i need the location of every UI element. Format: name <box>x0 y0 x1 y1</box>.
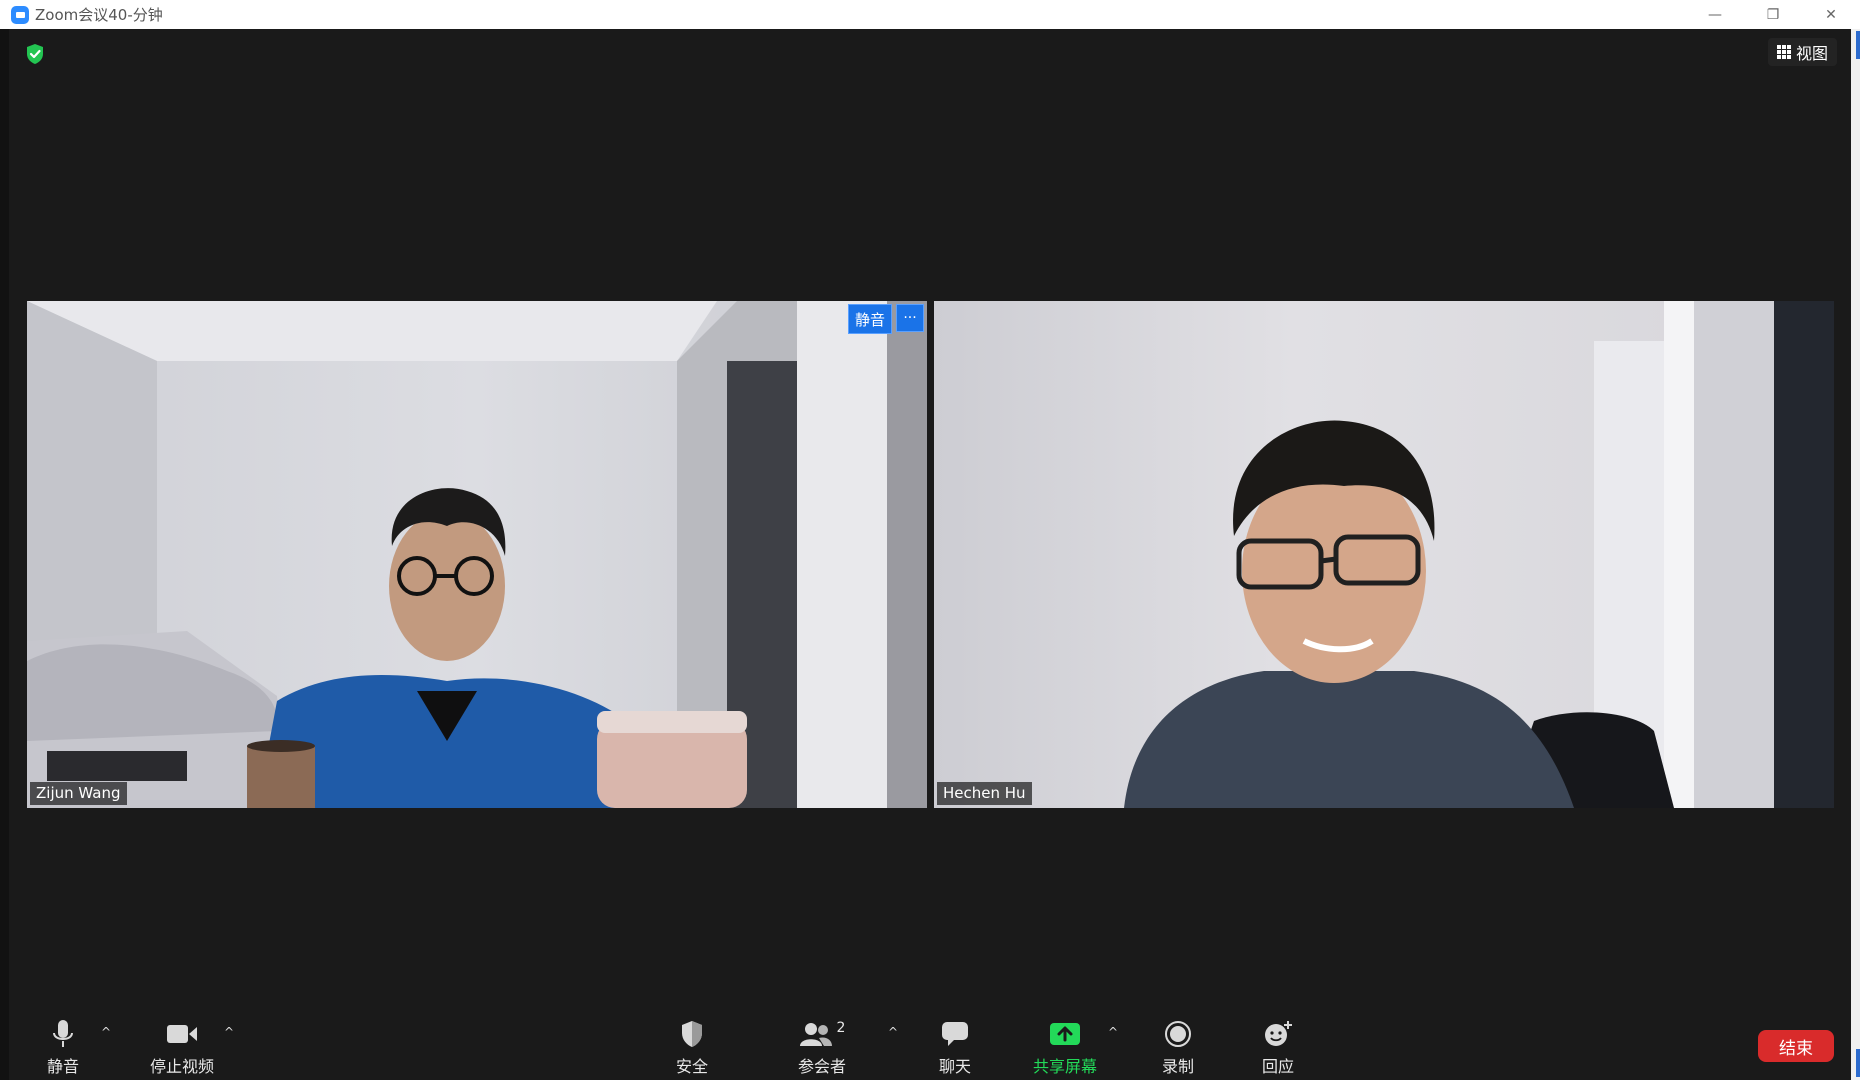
participants-icon: 2 <box>799 1019 846 1049</box>
participant-name-tag: Zijun Wang <box>30 782 127 805</box>
share-options-caret[interactable]: ^ <box>1108 1025 1118 1039</box>
mute-button[interactable]: 静音 <box>47 1019 79 1077</box>
close-button[interactable]: ✕ <box>1802 0 1860 29</box>
chat-label: 聊天 <box>939 1057 972 1076</box>
window-right-edge <box>1851 29 1860 1080</box>
edge-accent-bottom <box>1856 1049 1860 1077</box>
participant-video-tile[interactable]: 静音 ··· Zijun Wang <box>27 301 927 808</box>
share-screen-button[interactable]: 共享屏幕 <box>1033 1019 1097 1077</box>
security-label: 安全 <box>676 1057 709 1076</box>
participant-more-button[interactable]: ··· <box>896 304 924 332</box>
grid-view-icon <box>1776 45 1791 59</box>
audio-options-caret[interactable]: ^ <box>101 1025 111 1039</box>
video-options-caret[interactable]: ^ <box>224 1025 234 1039</box>
participant-video-tile[interactable]: Hechen Hu <box>934 301 1834 808</box>
restore-button[interactable]: ❐ <box>1744 0 1802 29</box>
chat-bubble-icon <box>941 1019 969 1049</box>
view-label: 视图 <box>1795 44 1828 63</box>
participants-count: 2 <box>836 1020 846 1036</box>
share-screen-label: 共享屏幕 <box>1033 1057 1098 1076</box>
video-camera-icon <box>166 1019 198 1049</box>
reactions-label: 回应 <box>1262 1057 1295 1076</box>
reactions-button[interactable]: 回应 <box>1262 1019 1294 1077</box>
participants-options-caret[interactable]: ^ <box>888 1025 898 1039</box>
record-icon <box>1164 1019 1192 1049</box>
participants-label: 参会者 <box>798 1057 847 1076</box>
chat-button[interactable]: 聊天 <box>939 1019 971 1077</box>
end-meeting-button[interactable]: 结束 <box>1758 1030 1834 1062</box>
microphone-icon <box>52 1019 74 1049</box>
share-screen-icon <box>1049 1019 1081 1049</box>
stop-video-label: 停止视频 <box>150 1057 215 1076</box>
reaction-icon <box>1263 1019 1293 1049</box>
participant-video-feed <box>934 301 1834 808</box>
minimize-button[interactable]: — <box>1686 0 1744 29</box>
window-title-bar: Zoom会议40-分钟 — ❐ ✕ <box>0 0 1860 29</box>
window-controls: — ❐ ✕ <box>1686 0 1860 29</box>
security-shield-icon[interactable] <box>25 43 45 65</box>
view-button[interactable]: 视图 <box>1767 38 1837 66</box>
participant-name-tag: Hechen Hu <box>937 782 1032 805</box>
window-title: Zoom会议40-分钟 <box>35 6 163 24</box>
participants-button[interactable]: 2 参会者 <box>798 1019 846 1077</box>
participant-mute-button[interactable]: 静音 <box>847 304 892 334</box>
mute-label: 静音 <box>47 1057 80 1076</box>
participant-video-feed <box>27 301 927 808</box>
record-button[interactable]: 录制 <box>1162 1019 1194 1077</box>
shield-icon <box>680 1019 704 1049</box>
zoom-app-icon <box>11 5 29 24</box>
meeting-toolbar: 静音 ^ 停止视频 ^ 安全 2 参会者 ^ 聊天 共享屏幕 ^ 录制 回应 结… <box>9 1005 1851 1080</box>
record-label: 录制 <box>1162 1057 1195 1076</box>
window-left-edge <box>0 29 9 1080</box>
stop-video-button[interactable]: 停止视频 <box>150 1019 214 1077</box>
edge-accent-top <box>1856 31 1860 59</box>
security-button[interactable]: 安全 <box>676 1019 708 1077</box>
